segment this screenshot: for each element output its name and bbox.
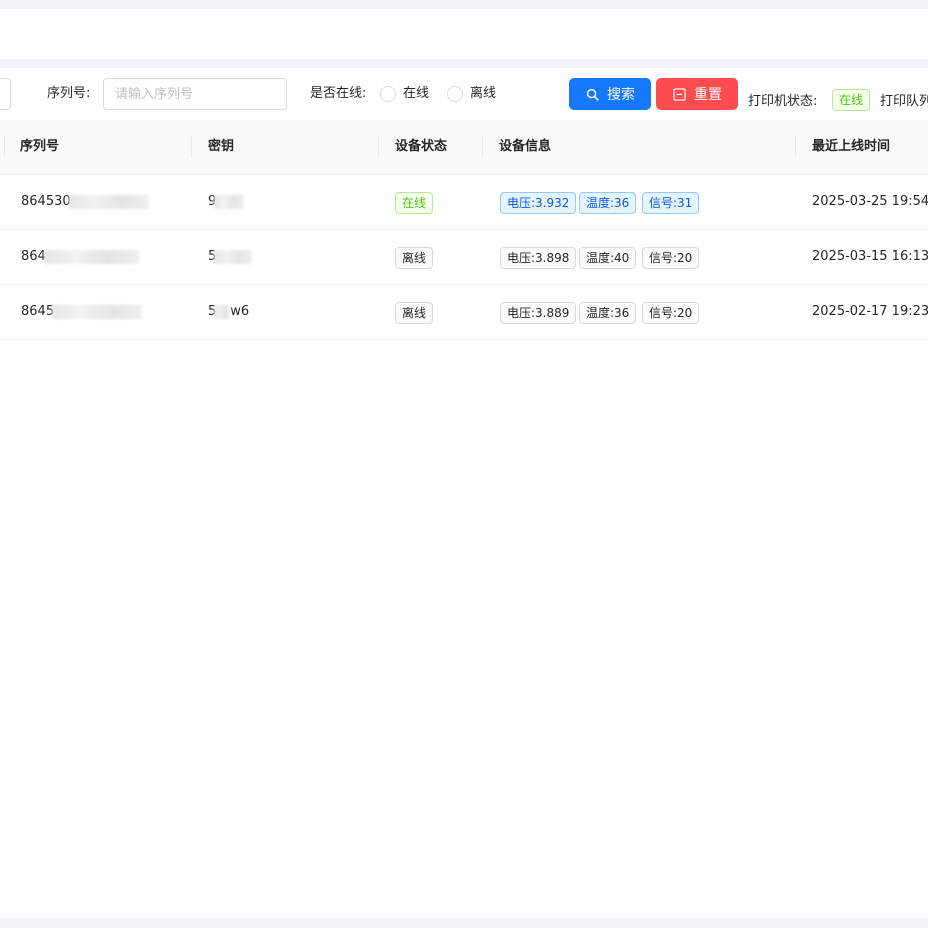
redacted-mask [214,249,253,264]
radio-offline-label: 离线 [470,86,497,101]
column-header-info[interactable]: 设备信息 [499,120,551,174]
key-cell: 9 [208,175,245,229]
temperature-tag: 温度:36 [579,192,637,214]
column-header-status[interactable]: 设备状态 [395,120,447,174]
redacted-mask [68,194,149,209]
online-filter-label: 是否在线: [310,86,367,101]
column-separator [482,136,483,158]
column-separator [795,136,796,158]
radio-offline[interactable]: 离线 [447,85,496,103]
serial-value: 8645 [21,304,55,319]
temperature-tag: 温度:40 [579,247,637,269]
search-icon [585,87,599,101]
column-separator [4,136,5,158]
serial-input[interactable] [103,78,287,110]
signal-tag: 信号:31 [642,192,700,214]
search-button-label: 搜索 [607,87,635,103]
printer-status-label: 打印机状态: [748,94,818,109]
signal-tag: 信号:20 [642,247,700,269]
filter-row: 序列号: 是否在线: 在线 离线 搜索 [0,68,928,120]
column-separator [378,136,379,158]
last-online-cell: 2025-02-17 19:23:5 [812,304,928,319]
column-header-serial[interactable]: 序列号 [20,120,59,174]
last-online-cell: 2025-03-25 19:54:0 [812,194,928,209]
column-separator [191,136,192,158]
radio-online[interactable]: 在线 [380,85,429,103]
redacted-mask [214,194,245,209]
radio-circle-icon [447,86,463,102]
serial-cell: 864 [21,230,139,284]
key-cell: 5 [208,230,253,284]
print-queue-label: 打印队列 [880,94,928,109]
serial-label: 序列号: [47,86,91,101]
voltage-tag: 电压:3.889 [500,302,577,324]
serial-value: 864 [21,249,46,264]
column-header-last-online[interactable]: 最近上线时间 [812,120,890,174]
radio-online-label: 在线 [403,86,430,101]
reset-button[interactable]: 重置 [656,78,738,110]
reset-button-label: 重置 [694,87,722,103]
radio-circle-icon [380,86,396,102]
search-button[interactable]: 搜索 [569,78,651,110]
device-table: 序列号 密钥 设备状态 设备信息 最近上线时间 864530 9 在线 电压:3… [0,120,928,340]
content-card: 序列号: 是否在线: 在线 离线 搜索 [0,68,928,918]
minus-square-icon [672,87,686,101]
printer-status-tag: 在线 [832,89,871,111]
page-top-strip [0,0,928,9]
table-row[interactable]: 864530 9 在线 电压:3.932 温度:36 信号:31 2025-03… [0,175,928,230]
serial-cell: 8645 [21,285,143,339]
voltage-tag: 电压:3.898 [500,247,577,269]
table-header: 序列号 密钥 设备状态 设备信息 最近上线时间 [0,120,928,175]
header-bar [0,9,928,59]
key-cell: 5 w6 [208,285,249,339]
serial-value: 864530 [21,194,71,209]
status-badge: 离线 [395,302,434,324]
temperature-tag: 温度:36 [579,302,637,324]
table-row[interactable]: 8645 5 w6 离线 电压:3.889 温度:36 信号:20 2025-02… [0,285,928,340]
redacted-mask [52,304,143,319]
page-bottom-strip [0,918,928,928]
last-online-cell: 2025-03-15 16:13:5 [812,249,928,264]
redacted-mask [214,304,231,319]
serial-cell: 864530 [21,175,149,229]
table-row[interactable]: 864 5 离线 电压:3.898 温度:40 信号:20 2025-03-15… [0,230,928,285]
signal-tag: 信号:20 [642,302,700,324]
voltage-tag: 电压:3.932 [500,192,577,214]
status-badge: 在线 [395,192,434,214]
status-badge: 离线 [395,247,434,269]
prev-filter-input[interactable] [0,78,11,110]
redacted-mask [43,249,139,264]
key-value-tail: w6 [230,304,250,319]
column-header-key[interactable]: 密钥 [208,120,234,174]
